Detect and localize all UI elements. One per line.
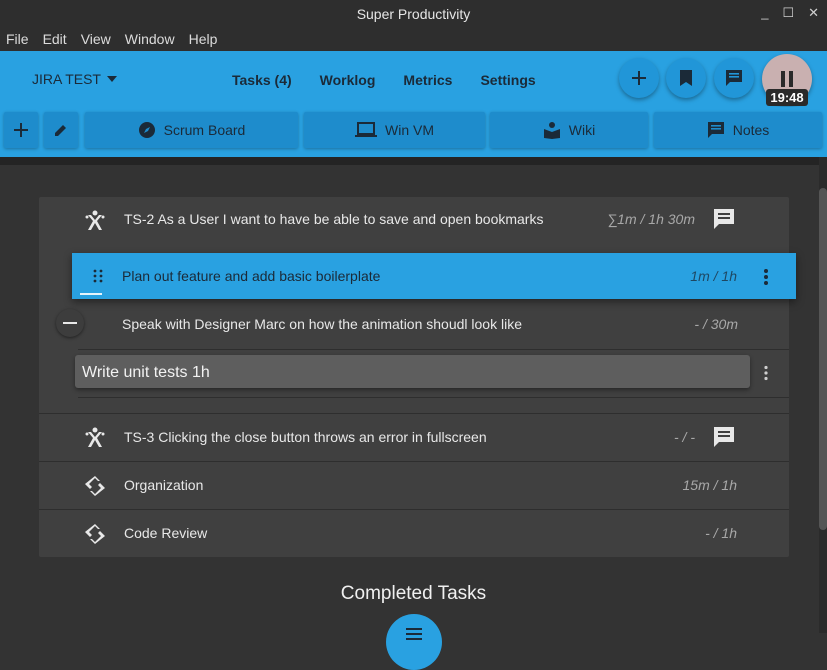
notes-label: Notes (732, 122, 770, 138)
scrum-board-button[interactable]: Scrum Board (85, 112, 298, 148)
pause-icon (781, 71, 793, 87)
task-title[interactable]: TS-2 As a User I want to have be able to… (124, 211, 543, 227)
list-icon (406, 628, 422, 640)
notes-toggle-button[interactable] (714, 58, 754, 98)
focus-underline (80, 293, 102, 295)
subtask-title[interactable]: Plan out feature and add basic boilerpla… (122, 268, 380, 284)
tab-metrics[interactable]: Metrics (403, 72, 452, 88)
task-estimate: - / 1h (705, 525, 737, 541)
window-titlebar: Super Productivity _ ☐ ✕ (0, 0, 827, 27)
bookmark-icon (680, 70, 692, 86)
notes-icon (707, 122, 724, 138)
subtask-item-active[interactable]: Plan out feature and add basic boilerpla… (72, 253, 796, 299)
task-item[interactable]: TS-2 As a User I want to have be able to… (39, 197, 789, 253)
caret-down-icon (106, 76, 117, 82)
subtask-edit-input[interactable]: Write unit tests 1h (75, 355, 750, 388)
minus-icon (63, 322, 77, 324)
jira-icon (85, 427, 105, 447)
project-name: JIRA TEST (32, 71, 101, 87)
plus-icon (14, 123, 28, 137)
project-selector[interactable]: JIRA TEST (32, 71, 117, 87)
task-item[interactable]: Organization 15m / 1h (39, 462, 789, 510)
subtask-estimate: - / 30m (694, 316, 738, 332)
task-item[interactable]: TS-3 Clicking the close button throws an… (39, 414, 789, 462)
add-button[interactable] (4, 112, 38, 148)
minimize-button[interactable]: _ (761, 5, 768, 21)
menu-help[interactable]: Help (189, 31, 218, 47)
task-item[interactable]: Code Review - / 1h (39, 510, 789, 558)
notes-button[interactable]: Notes (654, 112, 822, 148)
bookmarks-button[interactable] (666, 58, 706, 98)
timer-display: 19:48 (766, 89, 808, 106)
laptop-icon (355, 122, 377, 137)
close-window-button[interactable]: ✕ (808, 5, 819, 21)
drag-handle-icon[interactable] (93, 269, 103, 283)
pencil-icon (55, 125, 66, 136)
edit-button[interactable] (44, 112, 78, 148)
task-title[interactable]: TS-3 Clicking the close button throws an… (124, 429, 487, 445)
chat-icon (726, 70, 742, 86)
completed-tasks-heading: Completed Tasks (340, 583, 487, 604)
window-title: Super Productivity (356, 5, 471, 22)
menu-view[interactable]: View (81, 31, 111, 47)
project-toolbar: Scrum Board Win VM Wiki Notes (0, 107, 827, 157)
content-shadow (0, 157, 827, 165)
wiki-button[interactable]: Wiki (490, 112, 648, 148)
repeat-icon (85, 476, 105, 496)
maximize-button[interactable]: ☐ (782, 5, 794, 21)
task-estimate: ∑1m / 1h 30m (607, 211, 695, 227)
more-vert-icon[interactable] (763, 365, 769, 381)
completed-toggle-button[interactable] (386, 614, 442, 670)
menu-edit[interactable]: Edit (43, 31, 67, 47)
subtask-estimate: 1m / 1h (690, 268, 737, 284)
book-icon (543, 122, 560, 139)
task-estimate: 15m / 1h (682, 477, 737, 493)
subtask-title[interactable]: Speak with Designer Marc on how the anim… (122, 316, 522, 332)
divider (78, 397, 789, 398)
tab-settings[interactable]: Settings (480, 72, 535, 88)
tab-worklog[interactable]: Worklog (320, 72, 376, 88)
menu-window[interactable]: Window (125, 31, 175, 47)
compass-icon (138, 122, 155, 138)
main-tabs: Tasks (4) Worklog Metrics Settings (218, 72, 550, 88)
jira-icon (85, 210, 105, 230)
app-header: JIRA TEST Tasks (4) Worklog Metrics Sett… (0, 51, 827, 107)
add-task-button[interactable] (619, 58, 659, 98)
note-icon[interactable] (713, 426, 735, 448)
subtask-item[interactable]: Speak with Designer Marc on how the anim… (72, 301, 789, 349)
collapse-subtasks-button[interactable] (56, 309, 84, 337)
win-vm-button[interactable]: Win VM (304, 112, 485, 148)
task-title[interactable]: Organization (124, 477, 203, 493)
menu-file[interactable]: File (6, 31, 29, 47)
win-vm-label: Win VM (385, 122, 434, 138)
task-title[interactable]: Code Review (124, 525, 207, 541)
plus-icon (632, 71, 646, 85)
menu-bar: File Edit View Window Help (0, 27, 827, 51)
note-icon[interactable] (713, 208, 735, 230)
divider (78, 349, 789, 350)
repeat-icon (85, 524, 105, 544)
window-controls: _ ☐ ✕ (761, 5, 819, 21)
task-estimate: - / - (674, 429, 695, 445)
scrum-board-label: Scrum Board (163, 122, 246, 138)
more-vert-icon[interactable] (763, 268, 769, 286)
wiki-label: Wiki (568, 122, 596, 138)
scrollbar-thumb[interactable] (819, 188, 827, 530)
tab-tasks[interactable]: Tasks (4) (232, 72, 292, 88)
